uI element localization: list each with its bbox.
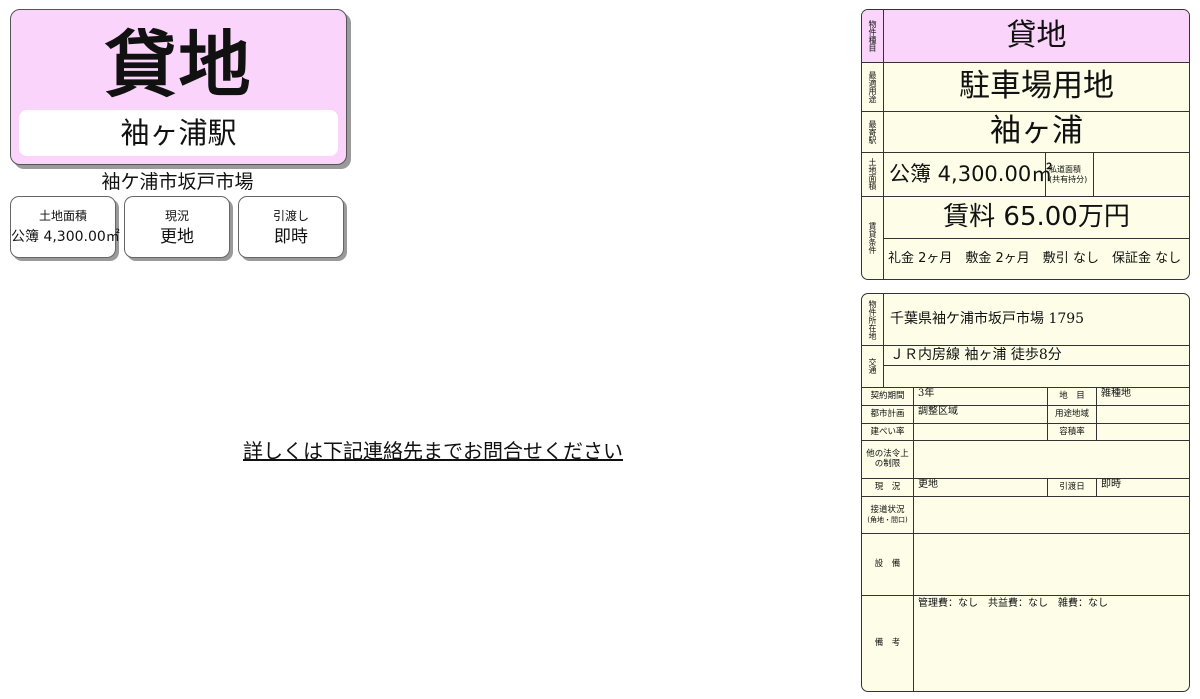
summary-value: 即時 [274,227,308,247]
title-card: 貸地 袖ヶ浦駅 [10,9,347,165]
status-value: 更地 [914,478,1048,496]
use-label: 最適用途 [862,62,884,111]
private-road-value [1094,152,1189,196]
summary-label: 引渡し [272,209,309,223]
land-category-value: 雑種地 [1101,388,1131,399]
area-label: 土地面積 [862,152,884,196]
remarks-value: 管理費：なし 共益費：なし 雑費：なし [918,598,1108,609]
summary-label: 土地面積 [38,209,87,223]
road-label-cell: 接道状況 (角地・間口) [862,496,914,533]
road-sub-label: (角地・間口) [867,515,908,524]
far-label: 容積率 [1048,423,1097,440]
summary-card-area: 土地面積 公簿 4,300.00㎡ [10,196,120,258]
coverage-label: 建ぺい率 [862,423,914,440]
summary-value: 公簿 4,300.00㎡ [11,229,120,245]
station-title: 袖ヶ浦駅 [19,110,338,156]
type-label: 物件種目 [862,10,884,62]
city-plan-value: 調整区域 [914,405,1048,423]
contract-value: 3年 [914,387,1048,405]
summary-value: 更地 [160,227,194,247]
facility-value [914,533,1189,595]
contract-label: 契約期間 [862,387,914,405]
zoning-label: 用途地域 [1048,405,1097,423]
summary-card-status: 現況 更地 [124,196,230,258]
zoning-value [1097,405,1189,423]
other-law-label: 他の法令上の制限 [862,440,914,478]
transport-label: 交通 [862,345,884,387]
coverage-value [914,423,1048,440]
private-road-label: 私道面積(共有持分) [1046,152,1094,196]
handover-label: 引渡日 [1048,478,1097,496]
other-law-value [914,440,1189,478]
road-label: 接道状況 [870,504,905,515]
location-value: 千葉県袖ケ浦市坂戸市場 1795 [890,311,1085,327]
road-value [914,496,1189,533]
land-category-label: 地 目 [1048,387,1097,405]
far-value [1097,423,1189,440]
detail-panel: 物件所在地 千葉県袖ケ浦市坂戸市場 1795 交通 ＪＲ内房線 袖ヶ浦 徒歩8分… [861,293,1190,692]
station-label: 最寄駅 [862,111,884,152]
station-value: 袖ヶ浦 [990,113,1083,149]
facility-label: 設 備 [862,533,914,595]
use-value: 駐車場用地 [959,68,1114,104]
property-type-title: 貸地 [104,23,253,107]
inquiry-link[interactable]: 詳しくは下記連絡先までお問合せください [243,438,623,464]
transport-value: ＪＲ内房線 袖ヶ浦 徒歩8分 [884,345,1189,366]
city-plan-label: 都市計画 [862,405,914,423]
area-value: 公簿 4,300.00㎡ [884,152,1052,196]
address-short: 袖ケ浦市坂戸市場 [101,171,254,193]
remarks-label: 備 考 [862,595,914,691]
summary-panel: 物件種目 貸地 最適用途 駐車場用地 最寄駅 袖ヶ浦 土地面積 公簿 4,300… [861,9,1190,280]
type-value: 貸地 [884,10,1189,62]
handover-value: 即時 [1101,479,1121,490]
status-label: 現 況 [862,478,914,496]
lease-label: 賃貸条件 [862,196,884,279]
rent-value: 賃料 65.00万円 [943,202,1130,232]
location-label: 物件所在地 [862,294,884,345]
summary-card-handover: 引渡し 即時 [238,196,344,258]
lease-conditions: 礼金 2ヶ月 敷金 2ヶ月 敷引 なし 保証金 なし [888,251,1182,266]
summary-label: 現況 [164,209,189,223]
